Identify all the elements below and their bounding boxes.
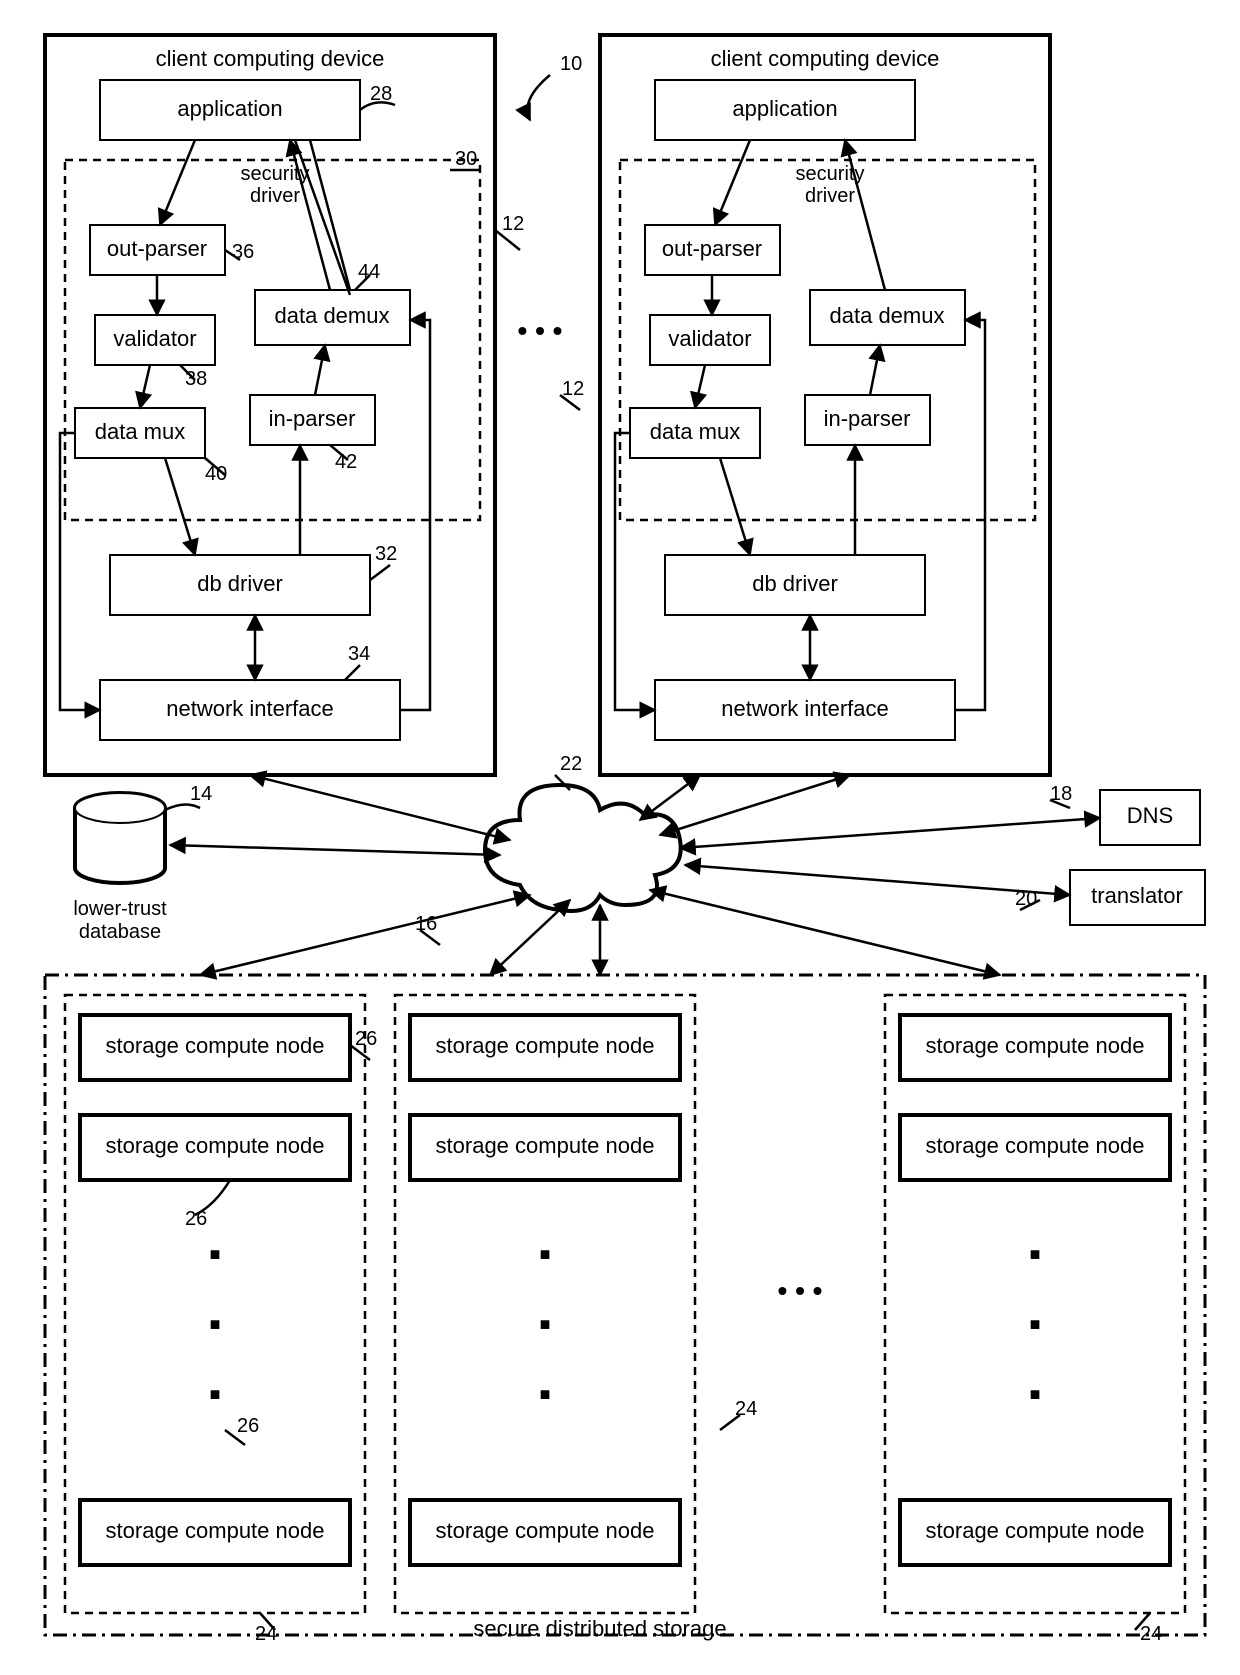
svg-text:■: ■ — [540, 1244, 551, 1264]
system-diagram: client computing device application 28 s… — [0, 0, 1240, 1675]
svg-text:application: application — [732, 96, 837, 121]
svg-text:26: 26 — [185, 1208, 207, 1230]
svg-text:■: ■ — [1030, 1244, 1041, 1264]
svg-text:in-parser: in-parser — [269, 406, 356, 431]
svg-text:storage compute node: storage compute node — [106, 1033, 325, 1058]
svg-text:driver: driver — [250, 185, 300, 207]
cloud-icon — [485, 785, 681, 911]
svg-text:42: 42 — [335, 451, 357, 473]
svg-text:driver: driver — [805, 185, 855, 207]
svg-text:14: 14 — [190, 783, 212, 805]
svg-text:network interface: network interface — [166, 696, 334, 721]
svg-text:38: 38 — [185, 368, 207, 390]
svg-text:32: 32 — [375, 543, 397, 565]
lower-trust-db-label: lower-trust — [73, 898, 167, 920]
svg-text:26: 26 — [237, 1415, 259, 1437]
svg-text:storage compute node: storage compute node — [436, 1133, 655, 1158]
svg-text:36: 36 — [232, 241, 254, 263]
svg-text:network interface: network interface — [721, 696, 889, 721]
svg-text:data mux: data mux — [650, 419, 741, 444]
svg-text:translator: translator — [1091, 883, 1183, 908]
svg-text:■: ■ — [1030, 1314, 1041, 1334]
svg-text:34: 34 — [348, 643, 370, 665]
client-device-left: client computing device application 28 s… — [45, 35, 495, 775]
svg-text:■: ■ — [540, 1314, 551, 1334]
svg-text:30: 30 — [455, 148, 477, 170]
svg-text:22: 22 — [560, 753, 582, 775]
database-icon — [75, 793, 165, 883]
svg-text:18: 18 — [1050, 783, 1072, 805]
svg-text:24: 24 — [1140, 1623, 1162, 1645]
storage-footer-label: secure distributed storage — [473, 1616, 726, 1641]
svg-text:■: ■ — [210, 1244, 221, 1264]
svg-text:44: 44 — [358, 261, 380, 283]
svg-text:data mux: data mux — [95, 419, 186, 444]
svg-text:data demux: data demux — [275, 303, 390, 328]
svg-text:storage compute node: storage compute node — [436, 1518, 655, 1543]
svg-text:■: ■ — [1030, 1384, 1041, 1404]
svg-text:db driver: db driver — [197, 571, 283, 596]
svg-text:16: 16 — [415, 913, 437, 935]
svg-text:10: 10 — [560, 53, 582, 75]
svg-text:storage compute node: storage compute node — [926, 1518, 1145, 1543]
svg-text:in-parser: in-parser — [824, 406, 911, 431]
svg-text:■: ■ — [540, 1384, 551, 1404]
client-title: client computing device — [156, 46, 385, 71]
svg-text:validator: validator — [113, 326, 196, 351]
svg-text:db driver: db driver — [752, 571, 838, 596]
svg-text:storage compute node: storage compute node — [106, 1133, 325, 1158]
svg-text:12: 12 — [562, 378, 584, 400]
svg-text:12: 12 — [502, 213, 524, 235]
svg-text:■: ■ — [210, 1384, 221, 1404]
svg-text:database: database — [79, 921, 161, 943]
svg-text:26: 26 — [355, 1028, 377, 1050]
svg-text:storage compute node: storage compute node — [926, 1033, 1145, 1058]
svg-text:validator: validator — [668, 326, 751, 351]
clients-ellipsis: • • • — [518, 315, 563, 346]
svg-text:storage compute node: storage compute node — [106, 1518, 325, 1543]
svg-text:client computing device: client computing device — [711, 46, 940, 71]
svg-text:out-parser: out-parser — [662, 236, 762, 261]
svg-text:storage compute node: storage compute node — [436, 1033, 655, 1058]
svg-text:storage compute node: storage compute node — [926, 1133, 1145, 1158]
svg-text:data demux: data demux — [830, 303, 945, 328]
svg-text:application: application — [177, 96, 282, 121]
svg-text:out-parser: out-parser — [107, 236, 207, 261]
client-device-right: client computing device application secu… — [600, 35, 1050, 775]
svg-text:24: 24 — [735, 1398, 757, 1420]
svg-text:• • •: • • • — [778, 1275, 823, 1306]
svg-text:24: 24 — [255, 1623, 277, 1645]
svg-text:■: ■ — [210, 1314, 221, 1334]
svg-text:DNS: DNS — [1127, 803, 1173, 828]
svg-text:40: 40 — [205, 463, 227, 485]
svg-text:28: 28 — [370, 83, 392, 105]
